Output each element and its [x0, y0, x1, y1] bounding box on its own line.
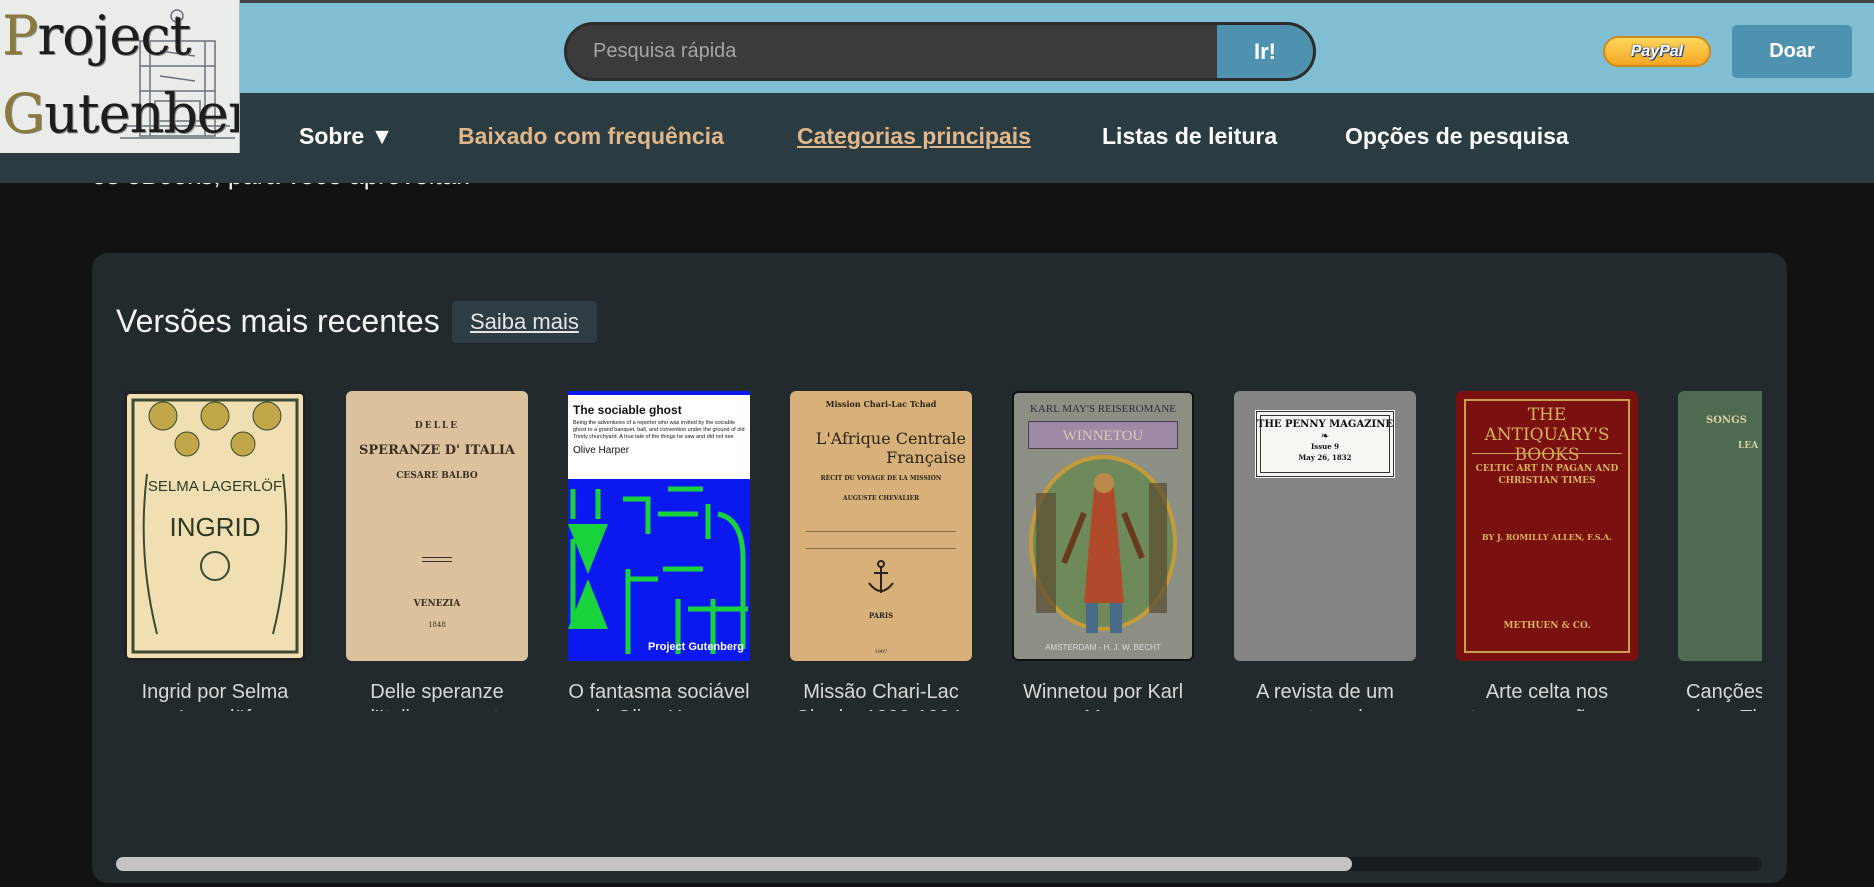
project-gutenberg-logo[interactable]: Project Gutenberg — [0, 0, 240, 153]
search-go-button[interactable]: Ir! — [1217, 25, 1313, 78]
cover-author: AUGUSTE CHEVALIER — [842, 495, 920, 502]
book-card[interactable]: SELMA LAGERLÖF INGRID Ingrid por Selma L… — [124, 391, 306, 711]
nav-categorias[interactable]: Categorias principais — [797, 123, 1031, 150]
learn-more-link[interactable]: Saiba mais — [452, 301, 597, 343]
book-caption[interactable]: Canções de um r chum Thomas — [1678, 679, 1762, 711]
book-card[interactable]: DELLE SPERANZE D' ITALIA CESARE BALBO VE… — [346, 391, 528, 711]
nav-listas[interactable]: Listas de leitura — [1102, 123, 1277, 150]
book-cover[interactable]: THE PENNY MAGAZINE ❧ Issue 9 May 26, 183… — [1234, 391, 1416, 661]
cover-city: PARIS — [868, 611, 894, 620]
cover-top: SONGS — [1706, 415, 1747, 426]
book-card[interactable]: SONGS LEA Canções de um r chum Thomas — [1678, 391, 1762, 711]
cover-title: WINNETOU — [1028, 421, 1178, 449]
logo-word-project: Project — [2, 4, 191, 67]
anchor-icon — [868, 560, 894, 593]
cover-bottom: AMSTERDAM - H. J. W. BECHT — [1045, 643, 1161, 652]
search-input[interactable] — [567, 25, 1221, 78]
book-cover[interactable]: DELLE SPERANZE D' ITALIA CESARE BALBO VE… — [346, 391, 528, 661]
book-card[interactable]: Mission Chari-Lac Tchad L'Afrique Centra… — [790, 391, 972, 711]
cover-title: LEA — [1738, 441, 1759, 451]
cover-top: THE ANTIQUARY'S BOOKS — [1484, 405, 1610, 465]
book-cover[interactable]: The sociable ghost Being the adventures … — [568, 391, 750, 661]
book-caption[interactable]: Ingrid por Selma Lagerlöf — [124, 679, 306, 711]
section-title: Versões mais recentes — [116, 303, 440, 339]
illustration-image — [1029, 455, 1177, 633]
cover-top: KARL MAY'S REISEROMANE — [1029, 403, 1177, 415]
paypal-logo[interactable]: PayPal — [1603, 36, 1711, 67]
cover-year: 1848 — [428, 621, 446, 629]
cover-publisher: METHUEN & CO. — [1503, 621, 1591, 631]
book-caption[interactable]: Delle speranze d'Italia por conte Cesare… — [346, 679, 528, 711]
carousel-scrollbar[interactable] — [116, 857, 1762, 871]
nav-baixado[interactable]: Baixado com frequência — [458, 123, 724, 150]
ornament-icon — [422, 557, 452, 562]
book-cover[interactable]: THE ANTIQUARY'S BOOKS CELTIC ART IN PAGA… — [1456, 391, 1638, 661]
cover-title: L'Afrique Centrale Française — [815, 429, 966, 467]
book-caption[interactable]: O fantasma sociável de Olive Harper — [568, 679, 750, 711]
main-nav: Sobre ▼ Baixado com frequência Categoria… — [0, 93, 1874, 183]
cover-subtitle: Being the adventures of a reporter who w… — [573, 420, 745, 440]
donate-button[interactable]: Doar — [1732, 25, 1852, 78]
cover-label: THE PENNY MAGAZINE ❧ Issue 9 May 26, 183… — [1255, 410, 1395, 478]
cover-author: SELMA LAGERLÖF — [147, 478, 283, 495]
cover-title: CELTIC ART IN PAGAN AND CHRISTIAN TIMES — [1475, 464, 1619, 486]
book-cover[interactable]: SELMA LAGERLÖF INGRID — [124, 391, 306, 661]
cover-text-lines — [806, 531, 956, 549]
book-caption[interactable]: Missão Chari-Lac Chade, 1902-1904: L'Afr… — [790, 679, 972, 711]
nav-opcoes[interactable]: Opções de pesquisa — [1345, 123, 1569, 150]
nav-sobre[interactable]: Sobre ▼ — [299, 123, 393, 150]
cover-title: SPERANZE D' ITALIA — [359, 443, 515, 458]
cover-title: INGRID — [169, 512, 261, 542]
cover-top: DELLE — [414, 421, 460, 431]
cover-subtitle: RÉCIT DU VOYAGE DE LA MISSION — [820, 475, 942, 482]
cover-top: Mission Chari-Lac Tchad — [825, 399, 937, 409]
cover-brand: Project Gutenberg — [648, 641, 744, 653]
carousel-scroll-thumb[interactable] — [116, 857, 1352, 871]
crest-icon: ❧ — [1320, 431, 1330, 442]
book-card[interactable]: KARL MAY'S REISEROMANE WINNETOU AMSTERDA… — [1012, 391, 1194, 711]
latest-releases-panel: Versões mais recentes Saiba mais SELMA L… — [92, 253, 1787, 883]
book-card[interactable]: The sociable ghost Being the adventures … — [568, 391, 750, 711]
cover-author: CESARE BALBO — [396, 471, 478, 481]
cover-author: Olive Harper — [573, 445, 630, 456]
book-carousel: SELMA LAGERLÖF INGRID Ingrid por Selma L… — [116, 391, 1762, 711]
cover-year: 1907 — [874, 649, 888, 655]
cover-city: VENEZIA — [413, 599, 461, 609]
cover-rule — [1472, 453, 1622, 454]
book-card[interactable]: THE ANTIQUARY'S BOOKS CELTIC ART IN PAGA… — [1456, 391, 1638, 711]
cover-date: May 26, 1832 — [1298, 453, 1352, 462]
cover-issue: Issue 9 — [1310, 442, 1339, 451]
quick-search: Ir! — [564, 22, 1316, 81]
cover-title: THE PENNY MAGAZINE — [1257, 419, 1393, 430]
geometric-pattern-icon — [568, 486, 748, 654]
book-card[interactable]: THE PENNY MAGAZINE ❧ Issue 9 May 26, 183… — [1234, 391, 1416, 711]
cover-title-box: The sociable ghost Being the adventures … — [568, 395, 750, 479]
cover-title: The sociable ghost — [573, 403, 682, 417]
book-cover[interactable]: KARL MAY'S REISEROMANE WINNETOU AMSTERDA… — [1012, 391, 1194, 661]
book-cover[interactable]: SONGS LEA — [1678, 391, 1762, 661]
book-caption[interactable]: A revista de um centavo da Sociedade par… — [1234, 679, 1416, 711]
book-caption[interactable]: Arte celta nos tempos pagãos e cristãos … — [1456, 679, 1638, 711]
book-caption[interactable]: Winnetou por Karl May — [1012, 679, 1194, 711]
cover-author: BY J. ROMILLY ALLEN, F.S.A. — [1481, 532, 1613, 542]
book-cover[interactable]: Mission Chari-Lac Tchad L'Afrique Centra… — [790, 391, 972, 661]
logo-word-gutenberg: Gutenberg — [2, 82, 239, 145]
top-header: Ir! PayPal Doar — [0, 0, 1874, 93]
